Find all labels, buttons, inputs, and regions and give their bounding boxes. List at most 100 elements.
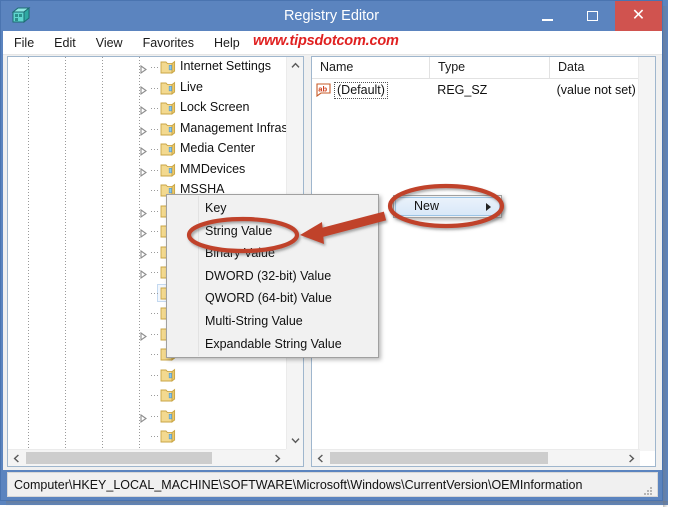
window-shadow-bottom	[6, 501, 668, 506]
menu-favorites[interactable]: Favorites	[134, 34, 203, 52]
tree-item[interactable]: Media Center	[8, 139, 286, 160]
tree-connector-line	[151, 292, 159, 294]
value-name-cell: ab (Default)	[312, 81, 429, 99]
expand-triangle-icon[interactable]	[139, 227, 148, 239]
expand-triangle-icon[interactable]	[139, 104, 148, 116]
menu-item-multi-string-value[interactable]: Multi-String Value	[167, 310, 378, 333]
registry-key-folder-icon	[160, 163, 176, 178]
minimize-icon	[542, 18, 553, 21]
tree-connector-line	[151, 374, 159, 376]
window-shadow-right	[663, 6, 668, 507]
expand-triangle-icon[interactable]	[139, 207, 148, 218]
values-horizontal-scrollbar[interactable]	[312, 449, 640, 466]
registry-key-folder-icon	[160, 81, 176, 96]
chevron-up-icon[interactable]	[287, 57, 303, 74]
tree-connector-line	[151, 190, 159, 191]
registry-key-folder-icon	[160, 60, 176, 75]
tree-connector-line	[151, 436, 159, 437]
maximize-button[interactable]	[570, 1, 615, 31]
menu-file[interactable]: File	[5, 34, 43, 52]
tree-connector-line	[151, 415, 159, 417]
string-value-icon: ab	[316, 83, 331, 98]
tree-connector-line	[151, 313, 159, 314]
chevron-right-icon[interactable]	[623, 450, 640, 466]
status-path: Computer\HKEY_LOCAL_MACHINE\SOFTWARE\Mic…	[14, 477, 583, 492]
scrollbar-corner	[286, 449, 303, 466]
expand-triangle-icon[interactable]	[139, 145, 148, 157]
tree-connector-line	[151, 395, 159, 396]
tree-connector-line	[151, 272, 159, 273]
menu-help[interactable]: Help	[205, 34, 249, 52]
title-bar: Registry Editor ✕	[1, 1, 662, 31]
menu-item-dword-value[interactable]: DWORD (32-bit) Value	[167, 265, 378, 288]
context-menu-new[interactable]: New	[393, 195, 502, 218]
website-watermark: www.tipsdotcom.com	[253, 33, 399, 49]
svg-text:ab: ab	[318, 84, 327, 93]
expand-triangle-icon[interactable]	[139, 330, 148, 341]
maximize-icon	[587, 11, 598, 21]
new-submenu: Key String Value Binary Value DWORD (32-…	[166, 194, 379, 359]
registry-key-folder-icon	[160, 142, 176, 157]
expand-triangle-icon[interactable]	[139, 412, 148, 423]
tree-item[interactable]	[8, 426, 286, 447]
tree-connector-line	[151, 149, 159, 150]
tree-item-label: Live	[180, 79, 203, 94]
tree-item[interactable]: Live	[8, 78, 286, 99]
menu-view[interactable]: View	[87, 34, 132, 52]
tree-connector-line	[151, 108, 159, 109]
tree-item[interactable]: Lock Screen	[8, 98, 286, 119]
registry-key-folder-icon	[160, 388, 176, 403]
registry-key-folder-icon	[160, 101, 176, 116]
expand-triangle-icon[interactable]	[139, 84, 148, 95]
status-bar: Computer\HKEY_LOCAL_MACHINE\SOFTWARE\Mic…	[7, 472, 658, 497]
registry-key-folder-icon	[160, 368, 176, 383]
values-vertical-scrollbar[interactable]	[638, 57, 655, 451]
chevron-left-icon[interactable]	[8, 450, 25, 466]
registry-key-folder-icon	[160, 429, 176, 444]
chevron-right-icon[interactable]	[269, 450, 286, 466]
menu-item-expandable-string-value[interactable]: Expandable String Value	[167, 333, 378, 356]
submenu-arrow-icon	[486, 203, 491, 211]
registry-key-folder-icon	[160, 409, 176, 424]
menu-item-qword-value[interactable]: QWORD (64-bit) Value	[167, 287, 378, 310]
tree-item[interactable]: Internet Settings	[8, 57, 286, 78]
value-type: REG_SZ	[437, 83, 488, 97]
expand-triangle-icon[interactable]	[139, 248, 148, 259]
expand-triangle-icon[interactable]	[139, 63, 148, 75]
value-name: (Default)	[334, 81, 388, 99]
tree-connector-line	[151, 251, 159, 253]
tree-item-label: Internet Settings	[180, 59, 272, 73]
chevron-down-icon[interactable]	[287, 432, 303, 449]
tree-item[interactable]	[8, 406, 286, 427]
tree-connector-line	[151, 169, 159, 171]
column-header-type[interactable]: Type	[430, 57, 550, 79]
tree-item-label: Management Infrastru	[180, 120, 286, 135]
tree-connector-line	[151, 128, 159, 130]
registry-editor-window: Registry Editor ✕ File Edit View Favorit…	[0, 0, 668, 507]
menu-edit[interactable]: Edit	[45, 34, 85, 52]
expand-triangle-icon[interactable]	[139, 125, 148, 136]
menu-item-string-value[interactable]: String Value	[167, 220, 378, 243]
column-header-name[interactable]: Name	[312, 57, 430, 79]
tree-item[interactable]: Management Infrastru	[8, 119, 286, 140]
tree-connector-line	[151, 67, 159, 68]
table-row[interactable]: ab (Default) REG_SZ (value not set)	[312, 80, 655, 100]
close-icon: ✕	[631, 7, 646, 24]
tree-horizontal-scrollbar[interactable]	[8, 449, 286, 466]
expand-triangle-icon[interactable]	[139, 268, 148, 280]
chevron-left-icon[interactable]	[312, 450, 329, 466]
resize-grip-icon[interactable]	[643, 483, 653, 495]
close-button[interactable]: ✕	[615, 1, 662, 31]
menu-item-key[interactable]: Key	[167, 197, 378, 220]
menu-item-binary-value[interactable]: Binary Value	[167, 242, 378, 265]
expand-triangle-icon[interactable]	[139, 166, 148, 177]
new-item-label: New	[414, 199, 440, 213]
tree-item[interactable]	[8, 385, 286, 406]
tree-item[interactable]: MMDevices	[8, 160, 286, 181]
tree-hscroll-thumb[interactable]	[26, 452, 212, 464]
minimize-button[interactable]	[525, 1, 570, 31]
tree-item[interactable]	[8, 365, 286, 386]
values-column-header: Name Type Data	[312, 57, 655, 79]
values-hscroll-thumb[interactable]	[330, 452, 548, 464]
window-frame: Registry Editor ✕ File Edit View Favorit…	[0, 0, 663, 501]
